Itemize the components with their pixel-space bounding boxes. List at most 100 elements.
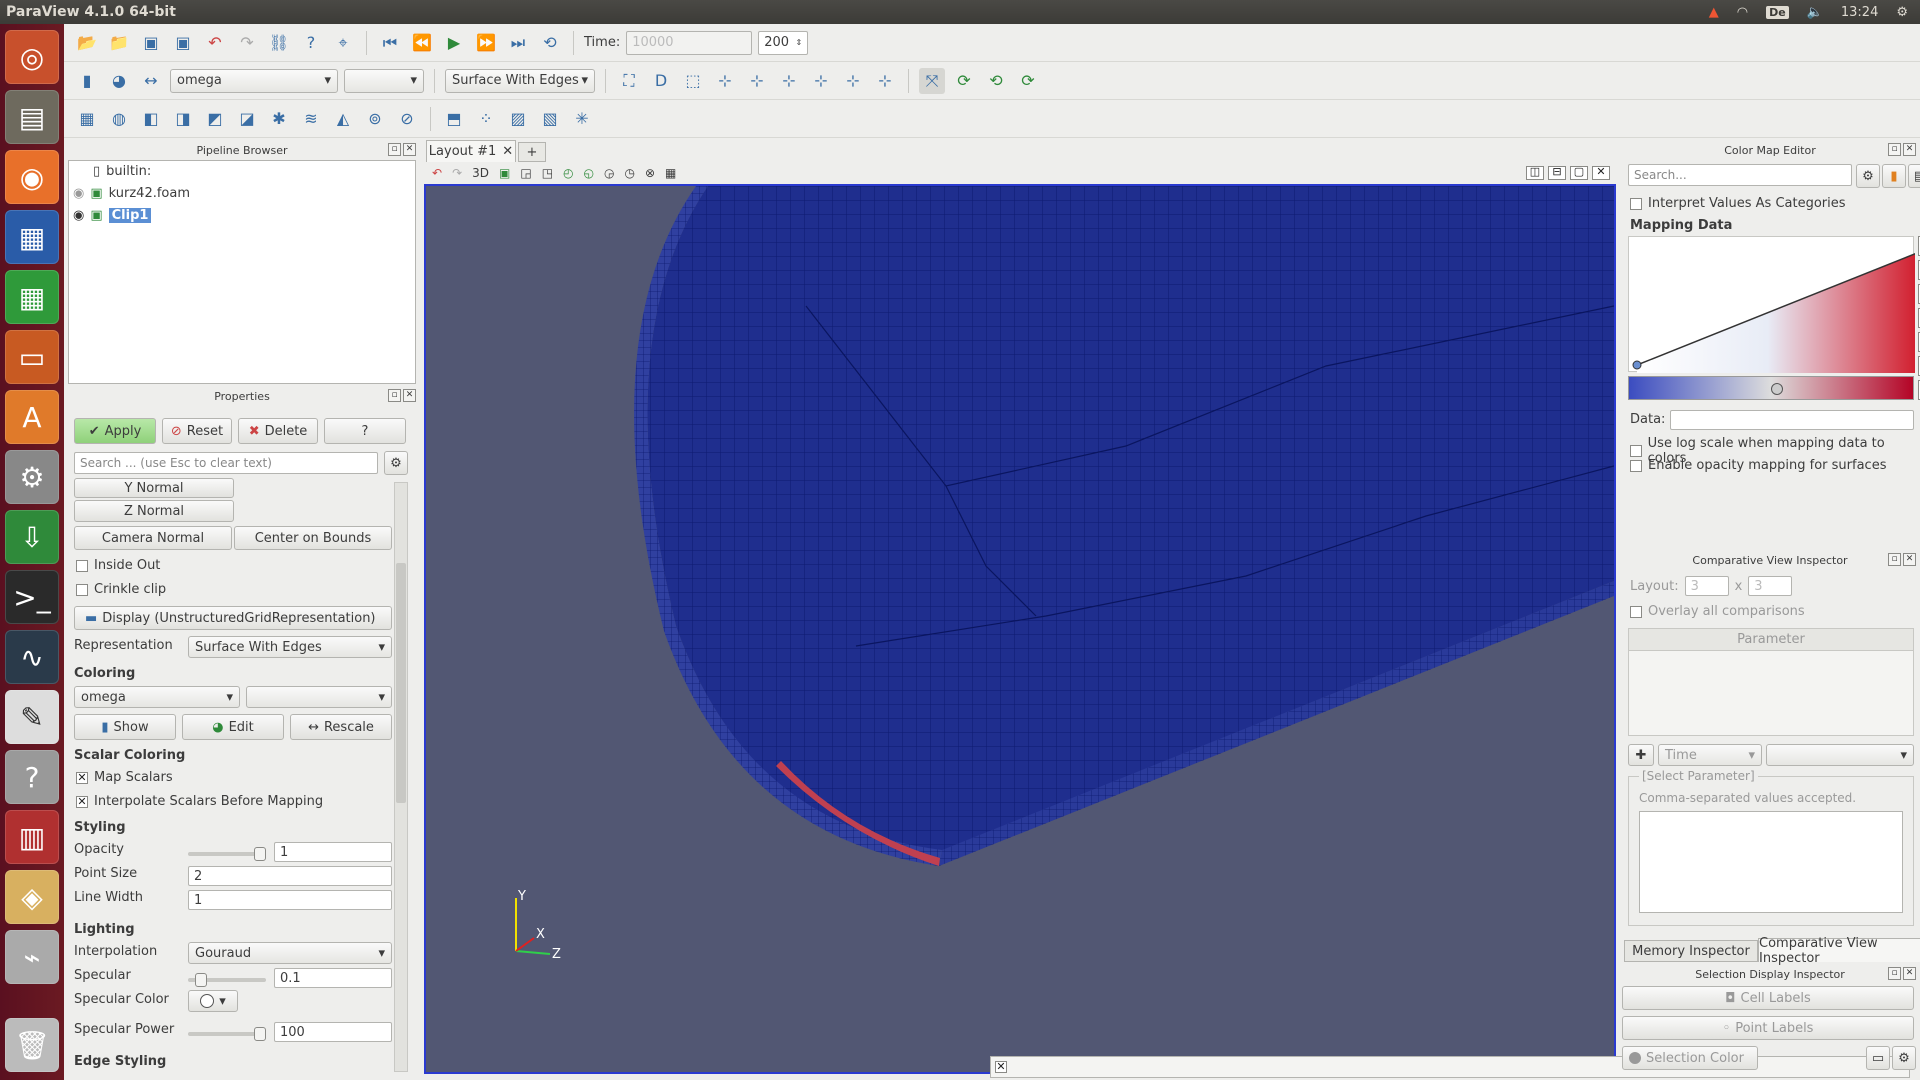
select-polygon-icon[interactable]: ◷	[624, 166, 634, 180]
specular-power-slider[interactable]	[188, 1027, 266, 1041]
camera-redo-icon[interactable]: ↷	[452, 166, 462, 180]
terminal-icon[interactable]: >_	[5, 570, 59, 624]
save-state-icon[interactable]: ▣	[138, 30, 164, 56]
files-icon[interactable]: ▤	[5, 90, 59, 144]
writer-icon[interactable]: ▦	[5, 210, 59, 264]
first-frame-icon[interactable]: ⏮	[377, 30, 403, 56]
eye-icon[interactable]: ◉	[73, 208, 84, 223]
connect-icon[interactable]: ⛓	[266, 30, 292, 56]
crinkle-clip-checkbox[interactable]: Crinkle clip	[76, 582, 166, 597]
pipeline-item-builtin[interactable]: ▯ builtin:	[93, 164, 151, 179]
select-points-icon[interactable]: ◴	[563, 166, 573, 180]
interpret-categories-checkbox[interactable]: Interpret Values As Categories	[1630, 196, 1846, 211]
recent-icon[interactable]: 📁	[106, 30, 132, 56]
add-parameter-button[interactable]: ✚	[1628, 744, 1654, 766]
representation-select[interactable]: Surface With Edges ▾	[445, 68, 595, 93]
split-vertical-icon[interactable]: ⊟	[1548, 166, 1566, 180]
maximize-icon[interactable]: ▢	[1570, 166, 1588, 180]
view-minus-x-icon[interactable]: ⊹	[744, 68, 770, 94]
warning-icon[interactable]: ▲	[1709, 5, 1719, 20]
coloring-array-dropdown[interactable]: omega ▾	[74, 686, 240, 708]
parameter-property-dropdown[interactable]: ▾	[1766, 744, 1914, 766]
tab-comparative-view-inspector[interactable]: Comparative View Inspector	[1758, 936, 1920, 966]
zoom-to-box-icon[interactable]: ⬚	[680, 68, 706, 94]
show-colorbar-button[interactable]: ▮ Show	[74, 714, 176, 740]
close-icon[interactable]: ✕	[403, 389, 416, 402]
view-minus-z-icon[interactable]: ⊹	[872, 68, 898, 94]
close-icon[interactable]: ✕	[1903, 143, 1916, 156]
select-points-icon[interactable]: ⁘	[473, 106, 499, 132]
slider-handle[interactable]	[254, 1027, 266, 1041]
checkbox-box[interactable]	[76, 559, 88, 572]
play-icon[interactable]: ▶	[441, 30, 467, 56]
download-icon[interactable]: ⇩	[5, 510, 59, 564]
colormap-presets-button[interactable]: ▮	[1882, 164, 1906, 188]
rotate-icon[interactable]: ⟳	[1015, 68, 1041, 94]
spreadsheet-icon[interactable]: ✳	[569, 106, 595, 132]
scrollbar-thumb[interactable]	[396, 563, 406, 803]
properties-scrollbar[interactable]	[394, 482, 408, 1072]
slice-icon[interactable]: ◨	[170, 106, 196, 132]
checkbox-box[interactable]	[1630, 197, 1642, 210]
load-state-icon[interactable]: ▣	[170, 30, 196, 56]
timestep-spinbox[interactable]: 200 ⇕	[758, 30, 809, 55]
impress-icon[interactable]: ▭	[5, 330, 59, 384]
layout-x-spinbox[interactable]: 3	[1684, 576, 1729, 596]
point-labels-button[interactable]: ◦ Point Labels	[1622, 1016, 1914, 1040]
dash-icon[interactable]: ◎	[5, 30, 59, 84]
layout-y-spinbox[interactable]: 3	[1748, 576, 1793, 596]
help-button[interactable]: ?	[324, 418, 406, 444]
opacity-input[interactable]: 1	[274, 842, 392, 862]
capture-icon[interactable]: ▣	[499, 166, 510, 180]
color-point-mid[interactable]	[1771, 383, 1783, 395]
close-icon[interactable]: ✕	[1903, 553, 1916, 566]
text-editor-icon[interactable]: ✎	[5, 690, 59, 744]
volume-icon[interactable]: 🔈	[1807, 5, 1823, 20]
interpolate-scalars-checkbox[interactable]: ✕ Interpolate Scalars Before Mapping	[76, 794, 323, 809]
specular-power-input[interactable]: 100	[274, 1022, 392, 1042]
redo-icon[interactable]: ↷	[234, 30, 260, 56]
specular-slider[interactable]	[188, 973, 266, 987]
checkbox-box[interactable]	[1630, 459, 1642, 472]
tab-layout-1[interactable]: Layout #1 ✕	[426, 140, 516, 162]
last-frame-icon[interactable]: ⏭	[505, 30, 531, 56]
add-tab-button[interactable]: +	[518, 142, 546, 162]
specular-input[interactable]: 0.1	[274, 968, 392, 988]
representation-dropdown[interactable]: Surface With Edges ▾	[188, 636, 392, 658]
warp-icon[interactable]: ◭	[330, 106, 356, 132]
cell-labels-button[interactable]: ◘ Cell Labels	[1622, 986, 1914, 1010]
grid-icon[interactable]: ▦	[665, 166, 676, 180]
array-select[interactable]: omega ▾	[170, 68, 338, 93]
edit-colormap-icon[interactable]: ◕	[106, 68, 132, 94]
checkbox-box[interactable]: ✕	[76, 771, 88, 784]
properties-search-input[interactable]: Search ... (use Esc to clear text)	[74, 452, 378, 474]
help-icon[interactable]: ?	[298, 30, 324, 56]
threshold-icon[interactable]: ◩	[202, 106, 228, 132]
calc-icon[interactable]: ▦	[5, 270, 59, 324]
map-scalars-checkbox[interactable]: ✕ Map Scalars	[76, 770, 173, 785]
axis-d-icon[interactable]: D	[648, 68, 674, 94]
plot-over-line-icon[interactable]: ▧	[537, 106, 563, 132]
slider-handle[interactable]	[254, 847, 266, 861]
reset-camera-icon[interactable]: ⛶	[616, 68, 642, 94]
overlay-checkbox[interactable]: Overlay all comparisons	[1630, 604, 1805, 619]
checkbox-box[interactable]	[1630, 445, 1642, 457]
close-icon[interactable]: ✕	[1903, 967, 1916, 980]
contour-icon[interactable]: ◍	[106, 106, 132, 132]
line-width-input[interactable]: 1	[188, 890, 392, 910]
eye-icon[interactable]: ◉	[73, 186, 84, 201]
settings-icon[interactable]: ⚙	[5, 450, 59, 504]
view-plus-x-icon[interactable]: ⊹	[712, 68, 738, 94]
apply-button[interactable]: ✔ Apply	[74, 418, 156, 444]
rotate-90-icon[interactable]: ⟳	[951, 68, 977, 94]
slider-handle[interactable]	[194, 973, 207, 987]
parameter-values-textarea[interactable]	[1639, 811, 1903, 913]
gear-icon[interactable]: ⚙	[1896, 5, 1908, 20]
plot-selection-icon[interactable]: ▨	[505, 106, 531, 132]
loop-icon[interactable]: ⟲	[537, 30, 563, 56]
opacity-mapping-checkbox[interactable]: Enable opacity mapping for surfaces	[1630, 458, 1886, 473]
extract-subset-icon[interactable]: ◪	[234, 106, 260, 132]
view-plus-y-icon[interactable]: ⊹	[776, 68, 802, 94]
system-monitor-icon[interactable]: ∿	[5, 630, 59, 684]
clip-icon[interactable]: ◧	[138, 106, 164, 132]
